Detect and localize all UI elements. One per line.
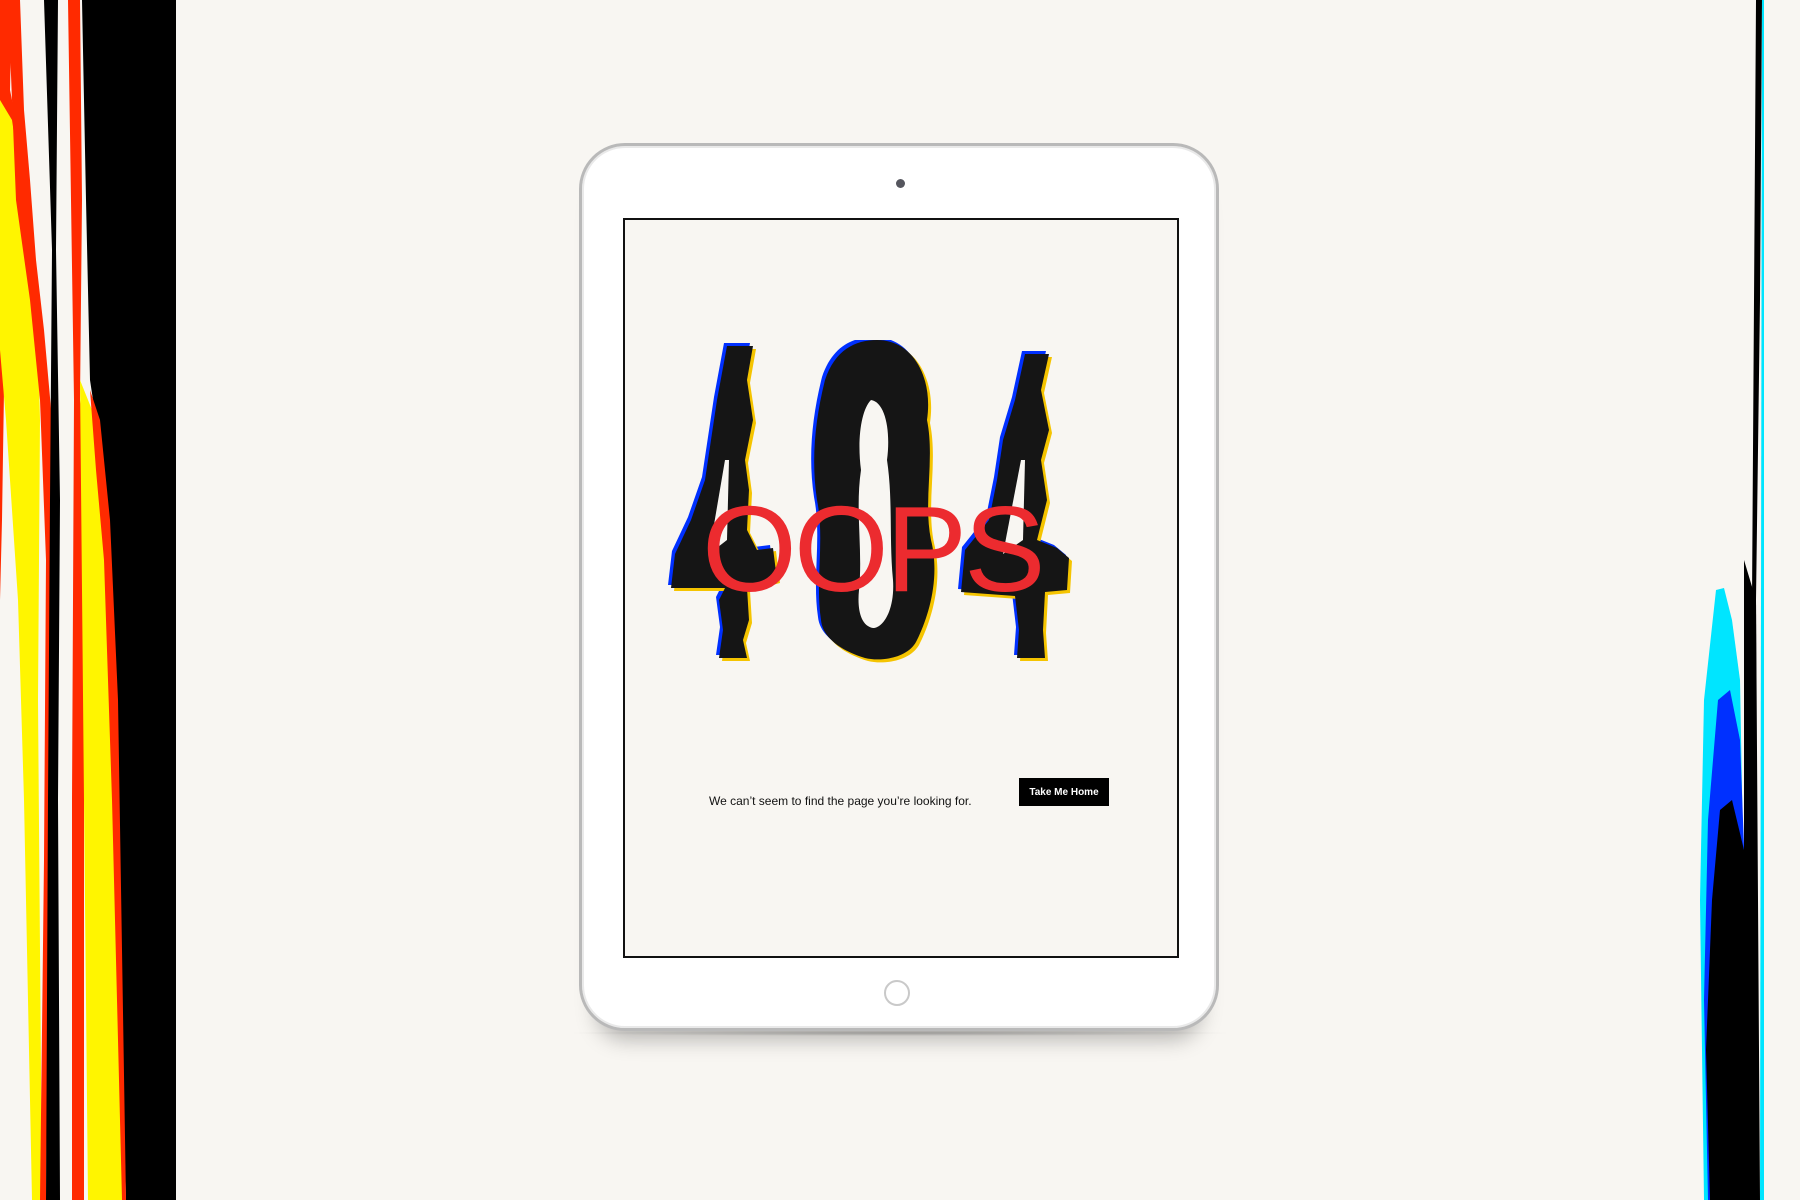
error-page-screen: OOPS We can’t seem to find the page you’… — [623, 218, 1179, 958]
home-button-icon[interactable] — [884, 980, 910, 1006]
camera-icon — [896, 179, 905, 188]
not-found-message: We can’t seem to find the page you’re lo… — [709, 794, 972, 808]
tablet-frame: OOPS We can’t seem to find the page you’… — [579, 143, 1219, 1031]
take-me-home-button[interactable]: Take Me Home — [1019, 778, 1109, 806]
glitch-stripes-right — [1660, 0, 1800, 1200]
oops-heading: OOPS — [702, 481, 1046, 617]
glitch-stripes-left — [0, 0, 180, 1200]
